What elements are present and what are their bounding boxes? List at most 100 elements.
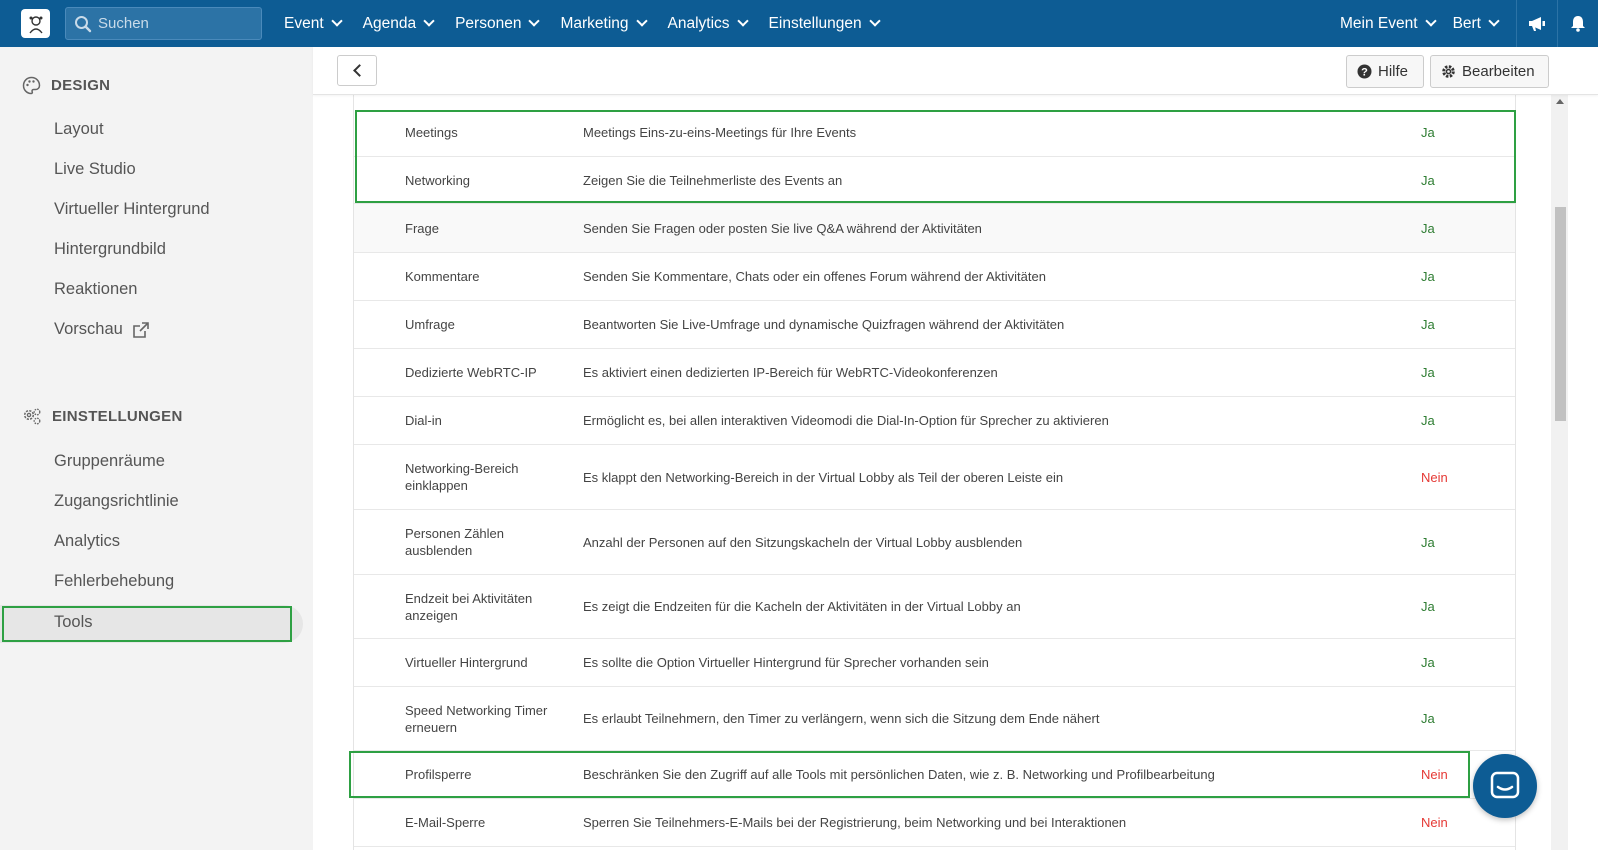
chat-support-button[interactable] xyxy=(1473,754,1537,818)
tool-name: Personen Zählen ausblenden xyxy=(405,526,505,558)
nav-right: Mein Event Bert xyxy=(1340,0,1598,47)
sidebar-item-label: Virtueller Hintergrund xyxy=(54,200,210,218)
nav-event-label: Event xyxy=(284,14,324,32)
sidebar-item-analytics[interactable]: Analytics xyxy=(54,532,120,551)
tool-name: Kommentare xyxy=(405,269,480,284)
table-row: Networking Zeigen Sie die Teilnehmerlist… xyxy=(354,157,1515,204)
chevron-left-icon xyxy=(352,64,366,77)
tool-description: Meetings Eins-zu-eins-Meetings für Ihre … xyxy=(583,125,857,140)
tool-status: Ja xyxy=(1421,365,1435,380)
main-nav: Event Agenda Personen Marketing Analytic… xyxy=(284,0,901,47)
sidebar-item-preview[interactable]: Vorschau xyxy=(54,320,150,339)
tool-name: E-Mail-Sperre xyxy=(405,815,486,830)
nav-personen[interactable]: Personen xyxy=(455,14,541,33)
search-icon xyxy=(75,15,92,32)
tool-status: Ja xyxy=(1421,317,1435,332)
toolbar: ? Hilfe Bearbeiten xyxy=(313,47,1598,95)
tool-description: Beantworten Sie Live-Umfrage und dynamis… xyxy=(583,317,1065,332)
tool-status: Nein xyxy=(1421,469,1448,485)
sidebar-item-label: Vorschau xyxy=(54,320,123,338)
nav-event[interactable]: Event xyxy=(284,14,343,33)
nav-analytics[interactable]: Analytics xyxy=(668,15,749,33)
tool-description: Sperren Sie Teilnehmers-E-Mails bei der … xyxy=(583,815,1127,830)
main-content: ? Hilfe Bearbeiten Meetings Meetings Ein… xyxy=(313,47,1598,850)
tool-name: Networking xyxy=(405,172,471,188)
search-input[interactable] xyxy=(98,15,248,32)
tool-description: Zeigen Sie die Teilnehmerliste des Event… xyxy=(583,172,843,188)
table-row: Dedizierte WebRTC-IP Es aktiviert einen … xyxy=(354,349,1515,397)
table-row: Networking-Bereich einklappen Es klappt … xyxy=(354,445,1515,510)
sidebar-item-reactions[interactable]: Reaktionen xyxy=(54,280,137,299)
question-circle-icon: ? xyxy=(1357,64,1372,79)
tool-status: Nein xyxy=(1421,767,1448,782)
sidebar-item-layout[interactable]: Layout xyxy=(54,120,104,139)
nav-agenda[interactable]: Agenda xyxy=(362,14,435,33)
help-label: Hilfe xyxy=(1378,63,1409,80)
user-menu[interactable]: Bert xyxy=(1453,15,1500,33)
announcements-button[interactable] xyxy=(1517,0,1557,47)
notifications-button[interactable] xyxy=(1558,0,1598,47)
settings-heading-label: EINSTELLUNGEN xyxy=(52,408,183,425)
tool-name: Umfrage xyxy=(405,317,455,332)
tool-description: Senden Sie Kommentare, Chats oder ein of… xyxy=(583,269,1046,284)
chevron-down-icon xyxy=(330,15,343,27)
chevron-down-icon xyxy=(635,15,648,27)
design-section-heading: DESIGN xyxy=(22,76,110,95)
table-row: Speed Networking Timer erneuern Es erlau… xyxy=(354,687,1515,751)
tool-name: Endzeit bei Aktivitäten anzeigen xyxy=(405,590,533,623)
edit-button[interactable]: Bearbeiten xyxy=(1430,55,1549,88)
tool-description: Es sollte die Option Virtueller Hintergr… xyxy=(583,655,989,670)
tool-name: Virtueller Hintergrund xyxy=(405,655,528,670)
chevron-down-icon xyxy=(736,15,749,27)
tool-name: Frage xyxy=(405,220,439,236)
help-button[interactable]: ? Hilfe xyxy=(1346,55,1424,88)
app-logo-icon[interactable] xyxy=(21,9,50,38)
nav-marketing-label: Marketing xyxy=(560,14,629,32)
chevron-down-icon xyxy=(1424,15,1437,27)
tool-status: Ja xyxy=(1421,413,1435,428)
nav-marketing[interactable]: Marketing xyxy=(560,14,648,33)
sidebar-item-label: Layout xyxy=(54,120,104,138)
table-row: Frage Senden Sie Fragen oder posten Sie … xyxy=(354,204,1515,253)
event-switcher[interactable]: Mein Event xyxy=(1340,15,1437,33)
palette-icon xyxy=(22,76,41,95)
nav-personen-label: Personen xyxy=(455,14,522,32)
scroll-up-arrow-icon[interactable] xyxy=(1556,99,1564,104)
table-row: Kommentare Senden Sie Kommentare, Chats … xyxy=(354,253,1515,301)
tool-description: Ermöglicht es, bei allen interaktiven Vi… xyxy=(583,413,1109,428)
tool-description: Anzahl der Personen auf den Sitzungskach… xyxy=(583,534,1023,550)
tool-name: Speed Networking Timer erneuern xyxy=(405,702,548,735)
sidebar-item-background-image[interactable]: Hintergrundbild xyxy=(54,240,166,259)
sidebar-item-label: Live Studio xyxy=(54,160,136,178)
back-button[interactable] xyxy=(337,55,377,86)
sidebar-item-label: Zugangsrichtlinie xyxy=(54,492,179,510)
sidebar-item-label: Gruppenräume xyxy=(54,452,165,470)
tools-table: Meetings Meetings Eins-zu-eins-Meetings … xyxy=(353,95,1516,850)
scrollbar-thumb[interactable] xyxy=(1555,207,1566,421)
sidebar-item-virtual-background[interactable]: Virtueller Hintergrund xyxy=(54,200,210,219)
tool-description: Beschränken Sie den Zugriff auf alle Too… xyxy=(583,767,1215,782)
highlight-box xyxy=(2,606,292,642)
tool-status: Ja xyxy=(1421,269,1435,284)
sidebar-item-breakout-rooms[interactable]: Gruppenräume xyxy=(54,452,165,471)
sidebar-item-label: Hintergrundbild xyxy=(54,240,166,258)
search-box[interactable] xyxy=(65,7,262,40)
tool-status: Ja xyxy=(1421,125,1435,140)
sidebar-item-troubleshooting[interactable]: Fehlerbehebung xyxy=(54,572,174,591)
svg-text:?: ? xyxy=(1361,67,1368,79)
external-link-icon xyxy=(132,321,149,338)
chevron-down-icon xyxy=(868,15,881,27)
settings-section-heading: EINSTELLUNGEN xyxy=(22,407,183,426)
nav-einstellungen[interactable]: Einstellungen xyxy=(769,15,881,33)
table-row: Virtueller Hintergrund Es sollte die Opt… xyxy=(354,639,1515,687)
table-row: Dial-in Ermöglicht es, bei allen interak… xyxy=(354,397,1515,445)
sidebar-item-access-policy[interactable]: Zugangsrichtlinie xyxy=(54,492,179,511)
gear-icon xyxy=(1442,65,1455,78)
tool-description: Senden Sie Fragen oder posten Sie live Q… xyxy=(583,220,982,236)
nav-agenda-label: Agenda xyxy=(362,14,417,32)
table-row: E-Mail-Sperre Sperren Sie Teilnehmers-E-… xyxy=(354,799,1515,847)
sidebar-item-live-studio[interactable]: Live Studio xyxy=(54,160,136,179)
sidebar-item-label: Analytics xyxy=(54,532,121,550)
table-row: Umfrage Beantworten Sie Live-Umfrage und… xyxy=(354,301,1515,349)
table-row: Meetings Meetings Eins-zu-eins-Meetings … xyxy=(354,109,1515,157)
